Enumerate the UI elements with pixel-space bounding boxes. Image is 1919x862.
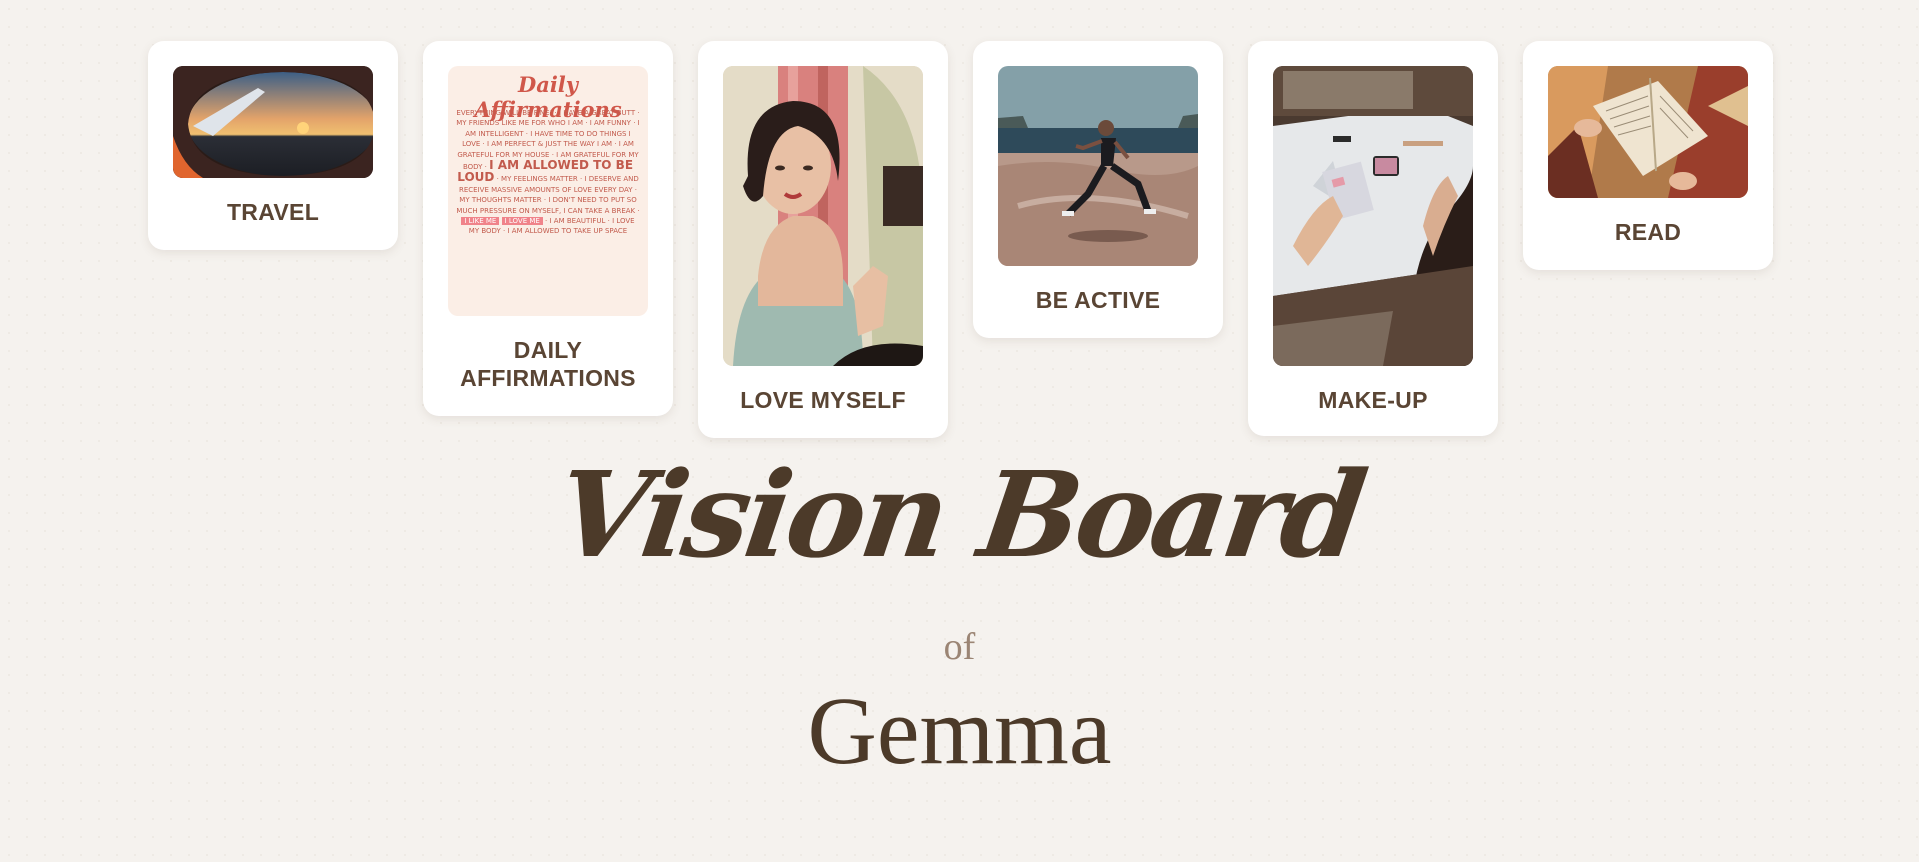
- affirmation: I am perfect & just the way I am: [487, 140, 613, 149]
- vision-board-title: Vision Board: [548, 445, 1371, 584]
- affirmation: My thoughts matter: [459, 196, 542, 205]
- daily-affirmations-poster: Daily Affirmations Everything will be fi…: [448, 66, 648, 316]
- affirmation: I am funny: [589, 119, 631, 128]
- affirmation: I LIKE ME: [461, 217, 500, 226]
- vision-card-daily-affirmations[interactable]: Daily Affirmations Everything will be fi…: [423, 41, 673, 416]
- affirmation: Everything will be fine!: [456, 109, 553, 117]
- card-label-make-up: MAKE-UP: [1318, 387, 1428, 413]
- woman-running-coast-photo: [998, 66, 1198, 266]
- makeup-vanity-photo: [1273, 66, 1473, 366]
- vision-card-make-up[interactable]: MAKE-UP: [1248, 41, 1498, 436]
- card-label-travel: TRAVEL: [226, 199, 320, 225]
- airplane-window-sunset-photo: [173, 66, 373, 178]
- card-label-love-myself: LOVE MYSELF: [740, 387, 906, 413]
- woman-at-mirror-photo: [723, 66, 923, 366]
- affirmation: MY FRIENDS LIKE ME FOR WHO I AM: [456, 119, 584, 128]
- vision-card-be-active[interactable]: BE ACTIVE: [973, 41, 1223, 338]
- vision-card-travel[interactable]: TRAVEL: [148, 41, 398, 250]
- affirmation: I AM ALLOWED TO TAKE UP space: [507, 227, 628, 236]
- affirmation: I AM BEAUTIFUL: [549, 217, 606, 226]
- vision-card-love-myself[interactable]: LOVE MYSELF: [698, 41, 948, 438]
- card-label-be-active: BE ACTIVE: [1035, 287, 1161, 313]
- affirmation: I have a great butt: [558, 109, 636, 117]
- vision-card-read[interactable]: READ: [1523, 41, 1773, 270]
- of-text: of: [943, 626, 976, 668]
- open-book-photo: [1548, 66, 1748, 198]
- poster-affirmation-list: Everything will be fine! · I have a grea…: [456, 109, 640, 236]
- affirmation: My feelings matter: [501, 175, 578, 184]
- owner-name: Gemma: [807, 677, 1112, 784]
- card-label-daily-affirmations: DAILY AFFIRMATIONS: [460, 337, 636, 391]
- card-label-read: READ: [1614, 219, 1682, 245]
- affirmation: I LOVE ME: [501, 217, 543, 226]
